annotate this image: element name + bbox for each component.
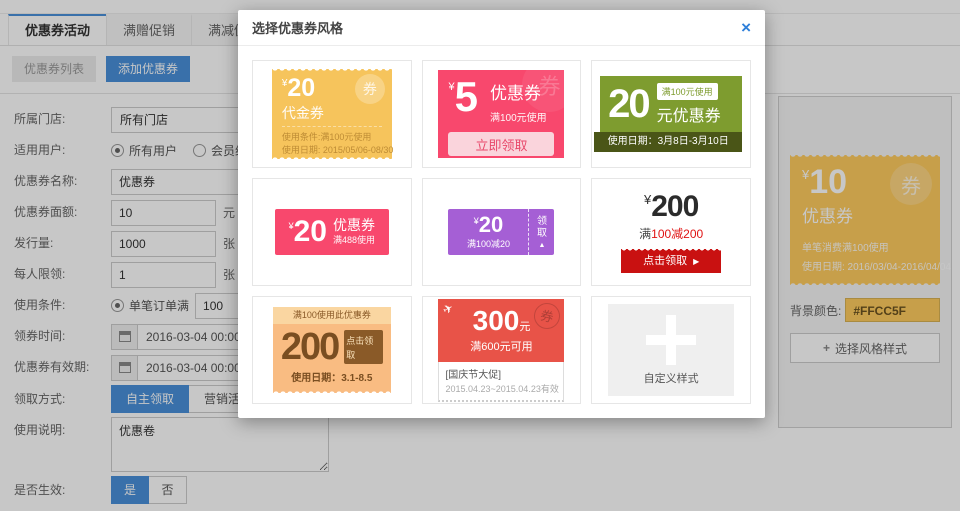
click-claim-button[interactable]: 点击领取▶ [621,249,721,273]
custom-style-card: 自定义样式 [608,304,734,396]
style-card-200[interactable]: ¥200 满100减200 点击领取▶ [591,178,751,286]
coupon-value: 20 [294,215,327,248]
style-card-orange[interactable]: 满100使用此优惠券 200 点击领取 使用日期：3.1-8.5 [252,296,412,404]
coupon-tag: [国庆节大促] [445,366,557,381]
coupon-condition: 满100减200 [621,225,721,242]
coupon-style-modal: 选择优惠券风格 × ¥20 代金券 使用条件:满100元使用 使用日期: 201… [238,10,765,418]
style-card-pink-pill[interactable]: ¥20 优惠券 满488使用 [252,178,412,286]
coupon-validity: 2015.04.23~2015.04.23有效 [445,382,557,395]
coupon-date: 使用日期：3月8日-3月10日 [594,132,742,152]
claim-now-button[interactable]: 立即领取 [448,132,554,156]
coupon-title: 元优惠券 [657,102,721,126]
plus-icon [646,315,696,365]
style-card-purple[interactable]: ¥20 满100减20 领取 ▲ [422,178,582,286]
coupon-pink-pill: ¥20 优惠券 满488使用 [275,209,389,255]
coupon-condition: 满600元可用 [444,338,558,354]
coupon-condition: 使用条件:满100元使用 [282,131,382,144]
coupon-orange: 满100使用此优惠券 200 点击领取 使用日期：3.1-8.5 [273,307,391,393]
coupon-purple: ¥20 满100减20 领取 ▲ [448,209,554,255]
modal-title: 选择优惠券风格 [252,18,343,37]
coupon-name: 代金券 [282,103,382,127]
style-card-300[interactable]: ✈ 券 300元 满600元可用 [国庆节大促] 2015.04.23~2015… [422,296,582,404]
coupon-condition: 满100元使用 [490,109,547,124]
coupon-value: 5 [455,79,478,124]
coupon-value: 200 [281,328,338,366]
custom-style-label: 自定义样式 [644,370,699,386]
style-card-custom[interactable]: 自定义样式 [591,296,751,404]
coupon-date: 使用日期：3.1-8.5 [281,369,383,384]
coupon-date: 使用日期: 2015/05/06-08/30 [282,144,382,157]
coupon-value: 200 [651,190,698,223]
click-claim-tab[interactable]: 点击领取 [344,330,383,364]
style-card-olive[interactable]: 20 满100元使用 元优惠券 使用日期：3月8日-3月10日 [591,60,751,168]
modal-header: 选择优惠券风格 × [238,10,765,46]
coupon-badge-icon: 券 [355,74,385,104]
close-icon[interactable]: × [741,19,751,36]
style-card-gold-stamp[interactable]: ¥20 代金券 使用条件:满100元使用 使用日期: 2015/05/06-08… [252,60,412,168]
style-grid: ¥20 代金券 使用条件:满100元使用 使用日期: 2015/05/06-08… [238,46,765,418]
coupon-300: ✈ 券 300元 满600元可用 [国庆节大促] 2015.04.23~2015… [438,299,564,402]
coupon-value: 300 [473,305,520,336]
coupon-condition: 满100元使用 [657,83,718,100]
coupon-200: ¥200 满100减200 点击领取▶ [621,192,721,273]
coupon-condition: 满488使用 [333,233,375,246]
claim-label: 领取 [536,216,548,240]
coupon-value: 20 [608,86,649,122]
coupon-olive: 20 满100元使用 元优惠券 使用日期：3月8日-3月10日 [600,76,742,152]
coupon-unit: 元 [519,321,530,333]
coupon-condition: 满100使用此优惠券 [273,307,391,324]
coupon-admin-screen: 优惠券活动 满赠促销 满减促销 搭配促销 优惠券列表 添加优惠券 所属门店: 所… [0,0,960,511]
arrow-up-icon: ▲ [539,242,546,249]
coupon-pink: 券 ¥ 5 优惠券 满100元使用 立即领取 [438,70,564,158]
coupon-title: 优惠券 [333,218,375,233]
claim-tab[interactable]: 领取 ▲ [528,209,554,255]
arrow-right-icon: ▶ [693,257,699,266]
coupon-value: 20 [479,212,503,237]
coupon-gold-stamp: ¥20 代金券 使用条件:满100元使用 使用日期: 2015/05/06-08… [272,69,392,159]
coupon-condition: 满100减20 [467,237,510,250]
style-card-pink[interactable]: 券 ¥ 5 优惠券 满100元使用 立即领取 [422,60,582,168]
